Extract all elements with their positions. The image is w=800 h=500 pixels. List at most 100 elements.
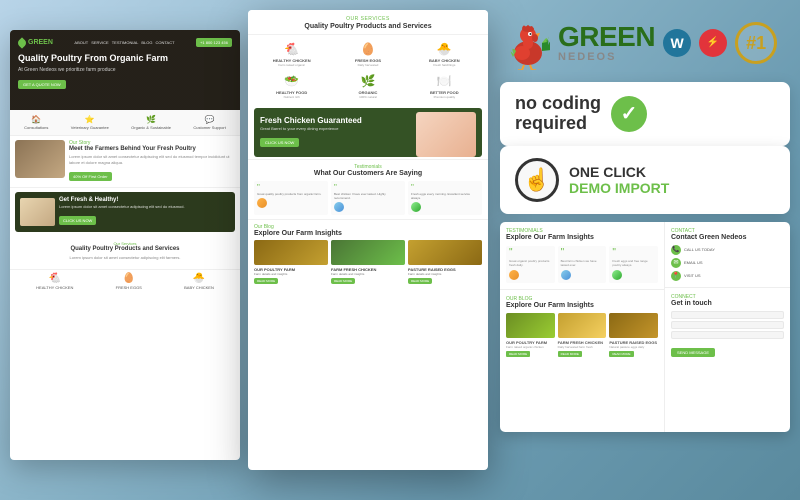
contact-label: VISIT US xyxy=(684,273,701,278)
email-icon: ✉ xyxy=(671,258,681,268)
banner-text: Fresh Chicken Guaranteed Great Barrel to… xyxy=(260,116,370,149)
right-column: GREEN NEDEOS W ⚡ #1 no coding required ✓ xyxy=(500,15,790,432)
blog-grid: OUR POULTRY FARM Farm details and insigh… xyxy=(254,240,482,284)
product-icon: 🐔 xyxy=(256,42,327,56)
form-field[interactable] xyxy=(671,331,784,339)
check-icon: ✓ xyxy=(611,96,647,132)
submit-btn[interactable]: SEND MESSAGE xyxy=(671,348,715,357)
blog-image xyxy=(506,313,555,338)
location-icon: 📍 xyxy=(671,271,681,281)
quote-mark: " xyxy=(411,184,479,192)
hero-subtitle: At Green Nedeos we prioritize farm produ… xyxy=(18,67,232,73)
features-bar: 🏠 Consultations ⭐ Veterinary Guarantee 🌿… xyxy=(10,110,240,136)
nav-link: SERVICE xyxy=(91,40,109,45)
product-item: 🐣 BABY CHICKEN xyxy=(184,273,214,290)
blog-desc: Daily harvested farm fresh xyxy=(558,345,607,349)
page-wrapper: GREEN ABOUT SERVICE TESTIMONIAL BLOG CON… xyxy=(0,0,800,500)
banner-title: Fresh Chicken Guaranteed xyxy=(260,116,370,125)
read-more-btn[interactable]: READ MORE xyxy=(558,351,582,357)
testimonial-text: Best farm chicken we have tasted ever. xyxy=(561,259,604,267)
no-coding-text: no coding required xyxy=(515,94,601,134)
promo-banner: Get Fresh & Healthy! Lorem ipsum dolor s… xyxy=(15,192,235,232)
quote-mark: " xyxy=(257,184,325,192)
product-name: BABY CHICKEN xyxy=(184,285,214,290)
promo-desc: Lorem ipsum dolor sit amet consectetur a… xyxy=(59,204,185,209)
nav-link: BLOG xyxy=(141,40,152,45)
product-icon: 🐣 xyxy=(409,42,480,56)
avatar xyxy=(612,270,622,280)
banner-btn[interactable]: CLICK US NOW xyxy=(260,138,299,147)
right-website-preview: Testimonials Explore Our Farm Insights "… xyxy=(500,222,790,432)
center-product: 🐣 BABY CHICKEN Fresh hatchlings xyxy=(407,39,482,70)
blog-image xyxy=(254,240,328,265)
nav-link: ABOUT xyxy=(74,40,88,45)
hero-cta-btn[interactable]: GET A QUOTE NOW xyxy=(18,80,66,89)
no-coding-card: no coding required ✓ xyxy=(500,82,790,146)
read-more-btn[interactable]: READ MORE xyxy=(506,351,530,357)
brand-row: GREEN NEDEOS W ⚡ #1 xyxy=(500,15,790,70)
rm-touch: Connect Get in touch SEND MESSAGE xyxy=(665,287,790,365)
feature-icon: 🏠 xyxy=(24,115,48,124)
right-mockup-right-col: Contact Contact Green Nedeos 📞 CALL US T… xyxy=(665,222,790,432)
product-desc: Premium quality xyxy=(409,95,480,99)
brand-name-bottom: NEDEOS xyxy=(558,51,655,63)
avatar xyxy=(257,198,267,208)
rm-contact-title: Contact Green Nedeos xyxy=(671,234,784,241)
blog-read-more-btn[interactable]: READ MORE xyxy=(331,278,355,284)
blog-item-desc: Farm details and insights xyxy=(408,272,482,276)
hero-title: Quality Poultry From Organic Farm xyxy=(18,53,232,65)
wordpress-badge: W xyxy=(663,29,691,57)
blog-image xyxy=(408,240,482,265)
product-desc: Daily harvested xyxy=(332,63,403,67)
blog-image xyxy=(331,240,405,265)
quote-mark: " xyxy=(509,249,552,257)
rm-contact: Contact Contact Green Nedeos 📞 CALL US T… xyxy=(665,222,790,287)
contact-row: 📍 VISIT US xyxy=(671,271,784,281)
testimonial-item: " Great quality poultry products from or… xyxy=(254,181,328,215)
blog-item: FARM FRESH CHICKEN Farm details and insi… xyxy=(331,240,405,284)
rm-blog-card: FARM FRESH CHICKEN Daily harvested farm … xyxy=(558,313,607,357)
form-field[interactable] xyxy=(671,321,784,329)
product-desc: Nutrient rich xyxy=(256,95,327,99)
number-one-badge: #1 xyxy=(735,22,777,64)
product-icon: 🥗 xyxy=(256,74,327,88)
form-field[interactable] xyxy=(671,311,784,319)
wordpress-icon: W xyxy=(670,35,683,51)
story-cta-btn[interactable]: 40% Off First Order xyxy=(69,172,112,181)
avatar xyxy=(561,270,571,280)
blog-read-more-btn[interactable]: READ MORE xyxy=(408,278,432,284)
story-desc: Lorem ipsum dolor sit amet consectetur a… xyxy=(69,154,235,165)
product-item: 🥚 FRESH EGGS xyxy=(116,273,142,290)
blog-image xyxy=(558,313,607,338)
products-grid: 🐔 HEALTHY CHICKEN 🥚 FRESH EGGS 🐣 BABY CH… xyxy=(10,270,240,293)
read-more-btn[interactable]: READ MORE xyxy=(609,351,633,357)
product-icon: 🐔 xyxy=(36,273,73,284)
blog-desc: Farm raised organic chicken xyxy=(506,345,555,349)
product-desc: 100% natural xyxy=(332,95,403,99)
feature-item: ⭐ Veterinary Guarantee xyxy=(71,115,109,130)
brand-logo xyxy=(500,15,550,70)
no-coding-line1: no coding xyxy=(515,94,601,114)
products-section: Our Services Quality Poultry Products an… xyxy=(10,236,240,270)
promo-cta-btn[interactable]: CLICK US NOW xyxy=(59,216,96,225)
center-product: 🥚 FRESH EGGS Daily harvested xyxy=(330,39,405,70)
left-mockup: GREEN ABOUT SERVICE TESTIMONIAL BLOG CON… xyxy=(10,20,230,460)
nav-cta-btn[interactable]: +1 800 123 456 xyxy=(196,38,232,47)
chicken-banner: Fresh Chicken Guaranteed Great Barrel to… xyxy=(254,108,482,157)
rm-testimonials: Testimonials Explore Our Farm Insights "… xyxy=(500,222,664,289)
one-click-card: ☝️ ONE CLICK DEMO IMPORT xyxy=(500,146,790,214)
feature-item: 💬 Customer Support xyxy=(193,115,225,130)
contact-row: ✉ EMAIL US xyxy=(671,258,784,268)
story-section: Our Story Meet the Farmers Behind Your F… xyxy=(10,136,240,188)
nav-logo: GREEN xyxy=(18,39,53,47)
product-name: FRESH EGGS xyxy=(116,285,142,290)
blog-desc: Natural pasture eggs daily xyxy=(609,345,658,349)
rm-blog: Our Blog Explore Our Farm Insights OUR P… xyxy=(500,289,664,363)
services-header: Our Services Quality Poultry Products an… xyxy=(248,10,488,35)
product-icon: 🌿 xyxy=(332,74,403,88)
product-desc: Fresh hatchlings xyxy=(409,63,480,67)
rm-blog-title: Explore Our Farm Insights xyxy=(506,302,658,309)
blog-read-more-btn[interactable]: READ MORE xyxy=(254,278,278,284)
left-website-preview: GREEN ABOUT SERVICE TESTIMONIAL BLOG CON… xyxy=(10,30,240,460)
rm-blog-images: OUR POULTRY FARM Farm raised organic chi… xyxy=(506,313,658,357)
